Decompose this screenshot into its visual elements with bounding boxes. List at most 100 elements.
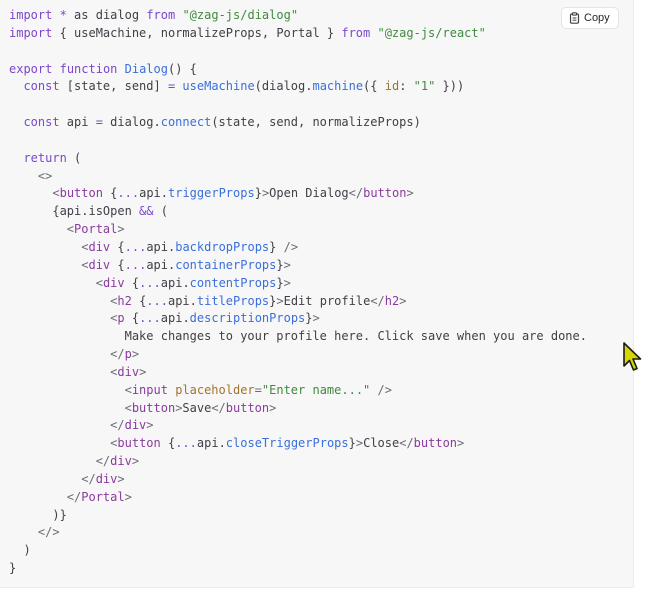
code-line: <h2 {...api.titleProps}>Edit profile</h2… [9, 293, 587, 311]
code-token: > [131, 347, 140, 362]
code-line: ) [9, 542, 587, 560]
code-token: </ [95, 454, 111, 469]
code-line: Make changes to your profile here. Click… [9, 328, 587, 346]
code-token: && [139, 204, 154, 219]
code-token: /> [283, 239, 299, 254]
code-token: machine [312, 79, 364, 94]
code-token: button [59, 186, 103, 201]
code-block: Copy import * as dialog from "@zag-js/di… [0, 0, 634, 588]
code-token: div [95, 471, 118, 486]
code-token: </ [110, 418, 125, 433]
copy-button-label: Copy [584, 12, 610, 24]
code-token: contentProps [189, 275, 277, 290]
code-token: ) [9, 543, 31, 558]
code-line: const [state, send] = useMachine(dialog.… [9, 78, 587, 96]
code-token: { [124, 275, 140, 290]
code-token: ( [153, 204, 168, 219]
code-token: > [355, 436, 364, 451]
code-listing: import * as dialog from "@zag-js/dialog"… [9, 7, 587, 578]
code-line: const api = dialog.connect(state, send, … [9, 114, 587, 132]
code-token: </ [348, 186, 364, 201]
code-line: <button {...api.triggerProps}>Open Dialo… [9, 185, 587, 203]
code-line: </Portal> [9, 489, 587, 507]
code-line: import { useMachine, normalizeProps, Por… [9, 25, 587, 43]
code-token: p [117, 311, 125, 326]
code-token: </ [110, 347, 125, 362]
code-token: </ [81, 471, 96, 486]
code-line: </p> [9, 346, 587, 364]
code-token: descriptionProps [189, 311, 306, 326]
code-token: > [117, 222, 125, 237]
code-token: api [59, 115, 96, 130]
code-token: api. [146, 239, 176, 254]
code-token: backdropProps [175, 239, 270, 254]
code-token: api. [160, 275, 190, 290]
code-token: < [66, 222, 75, 237]
code-line: </div> [9, 471, 587, 489]
code-token: Portal [74, 222, 118, 237]
code-token: = [95, 115, 103, 130]
code-line: <> [9, 168, 587, 186]
code-line: return ( [9, 150, 587, 168]
code-token: api. [160, 311, 190, 326]
code-token: )} [9, 507, 67, 522]
code-line: )} [9, 507, 587, 525]
code-token: </ [211, 400, 226, 415]
code-token: return [23, 150, 67, 165]
code-token: closeTriggerProps [225, 436, 349, 451]
code-line: <p {...api.descriptionProps}> [9, 310, 587, 328]
code-token: ... [146, 293, 168, 308]
code-token: Dialog [124, 61, 168, 76]
code-line: </div> [9, 453, 587, 471]
code-token: dialog. [102, 115, 161, 130]
code-token: { [124, 311, 140, 326]
code-token: } [305, 311, 313, 326]
code-token: <> [37, 168, 53, 183]
code-token: ... [139, 311, 161, 326]
code-token: </> [37, 525, 60, 540]
code-token: input [131, 382, 168, 397]
code-token: import [9, 8, 53, 22]
code-token: { [110, 257, 125, 272]
code-token: h2 [384, 293, 400, 308]
code-token: Portal [81, 489, 125, 504]
code-token: </ [399, 436, 414, 451]
code-token: </ [370, 293, 385, 308]
code-token: p [124, 347, 132, 362]
code-token: { [110, 239, 125, 254]
code-token: { useMachine, normalizeProps, Portal } [52, 25, 342, 40]
code-token: api. [196, 436, 226, 451]
code-token: div [124, 418, 147, 433]
code-line: export function Dialog() { [9, 61, 587, 79]
code-token: api. [139, 186, 168, 201]
code-line: </div> [9, 417, 587, 435]
code-token: api. [167, 293, 197, 308]
code-token: ({ [363, 79, 385, 94]
code-token: Close [363, 436, 400, 451]
code-line: } [9, 560, 587, 578]
code-token: "@zag-js/dialog" [182, 8, 299, 22]
code-line: <input placeholder="Enter name..." /> [9, 382, 587, 400]
code-token: const [23, 79, 60, 94]
code-line: <div {...api.contentProps}> [9, 275, 587, 293]
code-token: ... [124, 239, 147, 254]
code-token: </ [66, 489, 82, 504]
